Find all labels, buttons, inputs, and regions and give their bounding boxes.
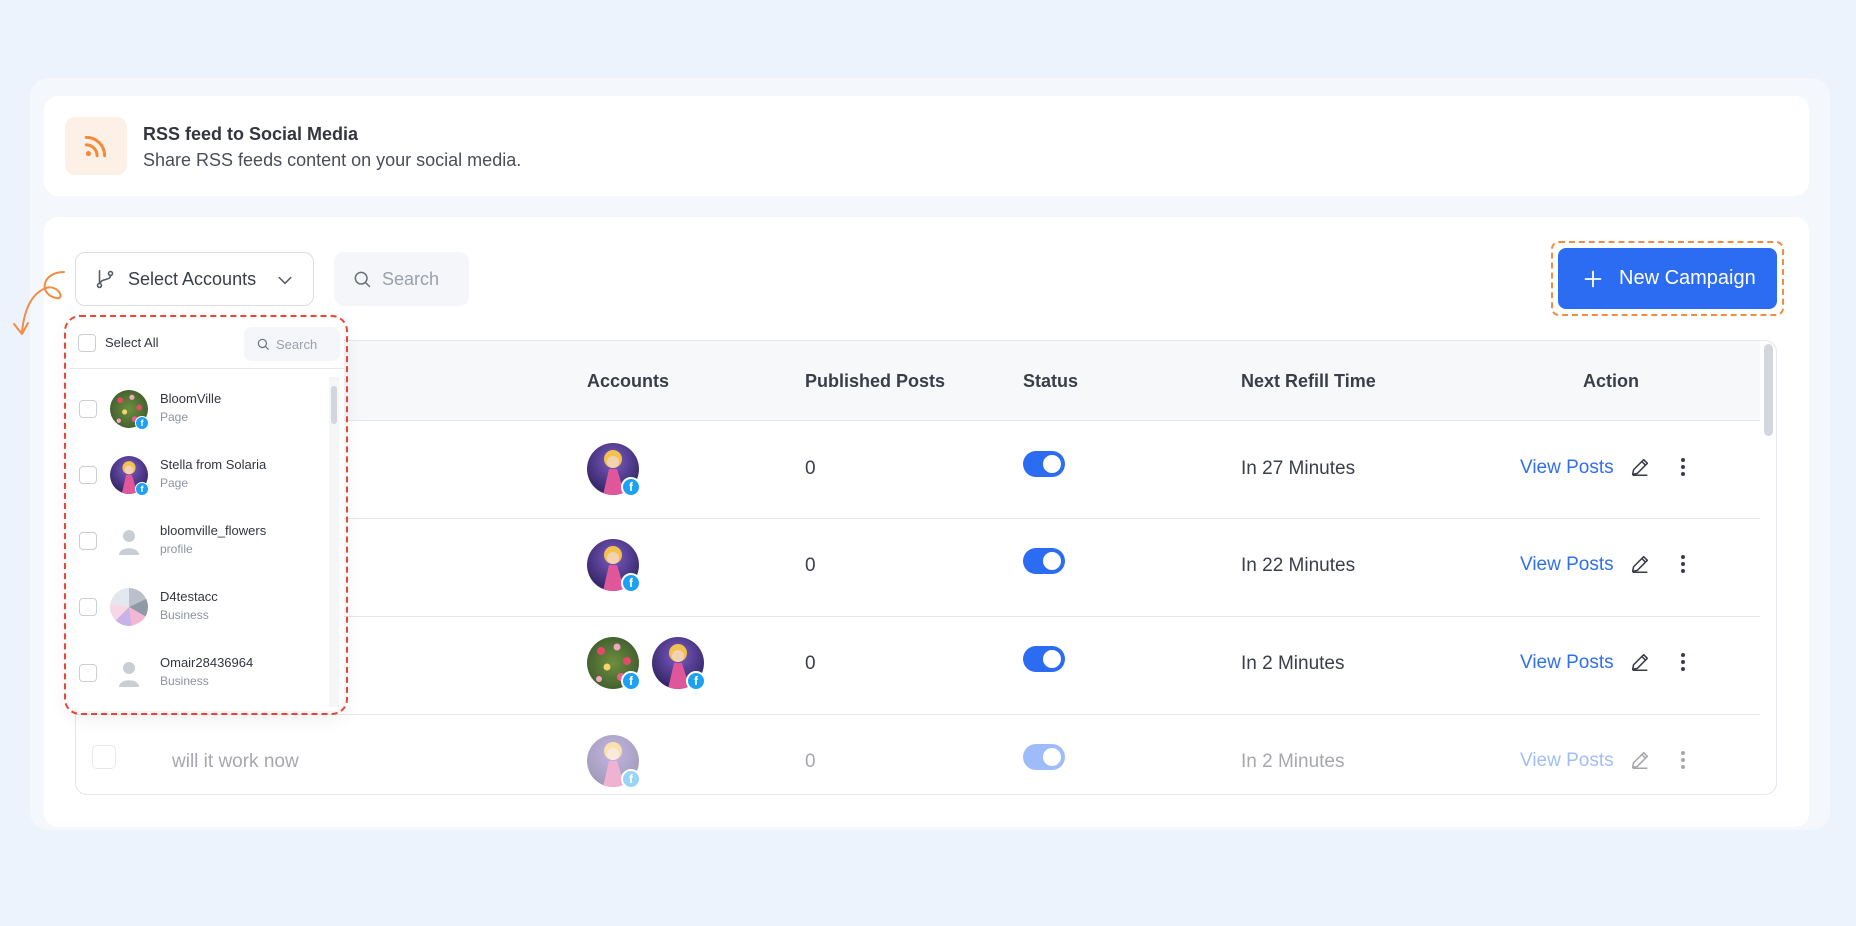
- column-header-status: Status: [1023, 371, 1079, 391]
- view-posts-link[interactable]: View Posts: [1520, 457, 1614, 479]
- account-checkbox[interactable]: [79, 664, 97, 682]
- dropdown-scroll-track: [329, 377, 339, 707]
- next-refill-time: In 22 Minutes: [1241, 555, 1356, 576]
- select-accounts-dropdown[interactable]: Select Accounts: [75, 252, 314, 306]
- account-checkbox[interactable]: [79, 400, 97, 418]
- edit-pencil-icon[interactable]: [1628, 748, 1652, 772]
- list-item[interactable]: D4testacc Business: [68, 579, 330, 645]
- column-header-published-posts: Published Posts: [805, 371, 946, 391]
- facebook-icon: f: [621, 671, 641, 691]
- status-toggle[interactable]: [1023, 646, 1065, 672]
- page-subtitle: Share RSS feeds content on your social m…: [143, 150, 522, 170]
- facebook-icon: f: [686, 671, 706, 691]
- column-header-next-refill-time: Next Refill Time: [1241, 371, 1376, 391]
- account-avatar-placeholder: [110, 654, 148, 692]
- list-item[interactable]: f Stella from Solaria Page: [68, 447, 330, 513]
- git-branch-icon: [94, 268, 116, 290]
- list-item[interactable]: bloomville_flowers profile: [68, 513, 330, 579]
- table-row: will it work now f 0 In 2 Minutes View P…: [76, 715, 1760, 794]
- facebook-icon: f: [135, 416, 149, 430]
- select-all-label: Select All: [105, 335, 159, 350]
- view-posts-link[interactable]: View Posts: [1520, 652, 1614, 674]
- more-vertical-icon[interactable]: [1671, 455, 1695, 479]
- status-toggle[interactable]: [1023, 744, 1065, 770]
- view-posts-link[interactable]: View Posts: [1520, 750, 1614, 772]
- select-all-checkbox[interactable]: [78, 334, 96, 352]
- account-name: Stella from Solaria: [160, 457, 267, 472]
- search-icon: [256, 337, 270, 351]
- published-posts-count: 0: [805, 458, 816, 479]
- account-checkbox[interactable]: [79, 532, 97, 550]
- dropdown-scrollbar[interactable]: [331, 386, 337, 424]
- view-posts-link[interactable]: View Posts: [1520, 554, 1614, 576]
- table-scrollbar[interactable]: [1764, 344, 1773, 436]
- published-posts-count: 0: [805, 555, 816, 576]
- search-icon: [352, 269, 372, 289]
- edit-pencil-icon[interactable]: [1628, 552, 1652, 576]
- account-type: Business: [160, 608, 209, 622]
- plus-icon: [1583, 269, 1603, 289]
- campaign-name: will it work now: [172, 751, 299, 772]
- account-type: Page: [160, 476, 189, 490]
- facebook-icon: f: [621, 769, 641, 789]
- select-accounts-label: Select Accounts: [128, 268, 257, 289]
- chevron-down-icon: [275, 270, 295, 295]
- account-name: bloomville_flowers: [160, 523, 267, 538]
- status-toggle[interactable]: [1023, 451, 1065, 477]
- list-item[interactable]: f BloomVille Page: [68, 381, 330, 447]
- accounts-dropdown-panel: Select All f BloomVille Page f Stella fr…: [68, 319, 344, 711]
- column-header-accounts: Accounts: [587, 371, 670, 391]
- edit-pencil-icon[interactable]: [1628, 650, 1652, 674]
- published-posts-count: 0: [805, 751, 816, 772]
- row-checkbox[interactable]: [92, 745, 116, 769]
- account-type: profile: [160, 542, 193, 556]
- account-name: BloomVille: [160, 391, 222, 406]
- published-posts-count: 0: [805, 653, 816, 674]
- account-type: Business: [160, 674, 209, 688]
- next-refill-time: In 27 Minutes: [1241, 458, 1356, 479]
- dropdown-header: Select All: [68, 319, 344, 369]
- account-checkbox[interactable]: [79, 598, 97, 616]
- more-vertical-icon[interactable]: [1671, 650, 1695, 674]
- edit-pencil-icon[interactable]: [1628, 455, 1652, 479]
- more-vertical-icon[interactable]: [1671, 552, 1695, 576]
- facebook-icon: f: [621, 573, 641, 593]
- campaign-search[interactable]: [334, 252, 469, 306]
- new-campaign-label: New Campaign: [1619, 267, 1756, 289]
- search-input[interactable]: [382, 268, 462, 290]
- account-avatar-pastel: [110, 588, 148, 626]
- new-campaign-button[interactable]: New Campaign: [1558, 248, 1777, 309]
- account-type: Page: [160, 410, 189, 424]
- annotation-arrow-icon: [13, 271, 65, 335]
- dropdown-search[interactable]: [244, 327, 340, 361]
- next-refill-time: In 2 Minutes: [1241, 751, 1345, 772]
- more-vertical-icon[interactable]: [1671, 748, 1695, 772]
- account-name: Omair28436964: [160, 655, 254, 670]
- account-name: D4testacc: [160, 589, 218, 604]
- column-header-action: Action: [1583, 371, 1639, 391]
- facebook-icon: f: [135, 482, 149, 496]
- account-checkbox[interactable]: [79, 466, 97, 484]
- rss-icon: [65, 117, 127, 175]
- page-title: RSS feed to Social Media: [143, 124, 359, 144]
- account-avatar-placeholder: [110, 522, 148, 560]
- dropdown-search-input[interactable]: [276, 336, 336, 352]
- list-item[interactable]: Omair28436964 Business: [68, 645, 330, 711]
- header-card: RSS feed to Social Media Share RSS feeds…: [44, 96, 1809, 196]
- status-toggle[interactable]: [1023, 548, 1065, 574]
- next-refill-time: In 2 Minutes: [1241, 653, 1345, 674]
- facebook-icon: f: [621, 477, 641, 497]
